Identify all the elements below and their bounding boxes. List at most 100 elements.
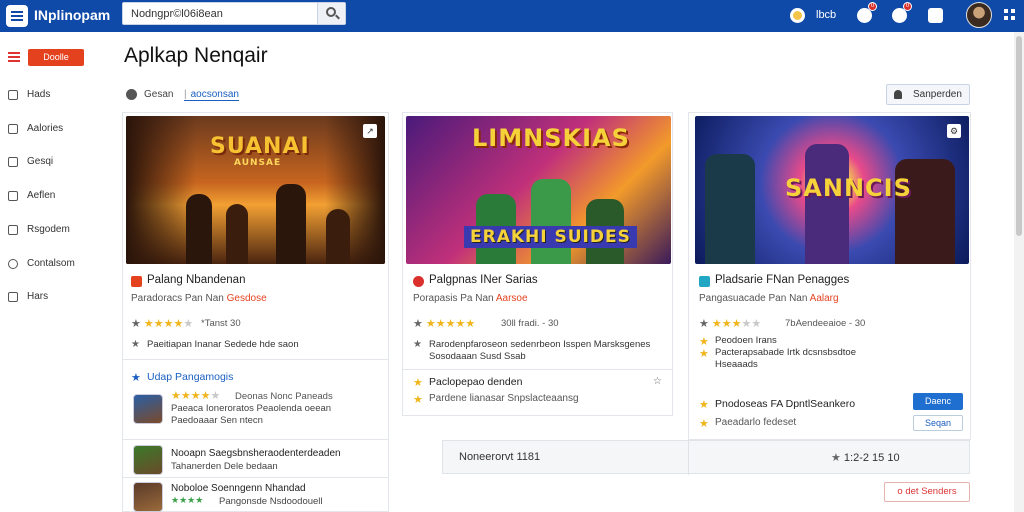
featured-star-icon: ★ [699, 399, 709, 411]
category-tag[interactable]: Aalarg [810, 293, 839, 304]
book-icon [8, 191, 18, 201]
filter-link[interactable]: aocsonsan [184, 89, 239, 101]
app-title[interactable]: Pladsarie FNan Penagges [715, 274, 849, 286]
search-input[interactable]: Nodngpr©l06i8ean [122, 2, 346, 25]
app-card: SUANAI AUNSAE ↗ Palang Nbandenan Parador… [122, 112, 389, 512]
sidebar-item-label: Rsgodem [27, 224, 70, 235]
publisher: Pangasuacade Pan Nan [699, 293, 808, 304]
related-app-icon[interactable] [133, 482, 163, 512]
featured-title[interactable]: Pnodoseas FA DpntlSeankero [715, 398, 855, 410]
pin-icon: ★ [413, 339, 422, 350]
app-subtitle: Porapasis Pa Nan Aarsoe [413, 293, 528, 304]
featured-star-icon: ★ [699, 418, 709, 430]
featured-title[interactable]: Paclopepao denden [429, 376, 522, 388]
install-button[interactable]: Daenc [913, 393, 963, 410]
category-icon [8, 124, 18, 134]
sidebar-item-gesqi[interactable]: Gesqi [8, 155, 108, 171]
related-app-line: Paedoaaar Sen ntecn [171, 415, 263, 426]
rating-stars: ★ ★★★★★ [131, 318, 194, 330]
sort-button-label: Sanperden [913, 89, 962, 100]
sidebar-item-label: Aalories [27, 123, 64, 134]
category-tag[interactable]: Gesdose [227, 293, 267, 304]
rating-meta: 7bAendeeaioe - 30 [785, 318, 866, 329]
related-app-line: Tahanerden Dele bedaan [171, 461, 278, 472]
thumbnail-subtitle: AUNSAE [234, 158, 282, 168]
featured-sub-text: Pardene lianasar Snpslacteaansg [429, 393, 579, 404]
thumbnail-title: SANNCIS [785, 174, 912, 202]
search-button[interactable] [317, 3, 345, 24]
apps-grid-icon[interactable] [1004, 9, 1016, 21]
app-note: Peodoen Irans [715, 335, 777, 346]
sidebar-action-button[interactable]: Doolle [28, 49, 84, 66]
downloads-icon[interactable] [928, 8, 943, 23]
section-link[interactable]: Udap Pangamogis [147, 371, 233, 383]
page-title: Aplkap Nenqair [124, 44, 268, 67]
app-note: Hseaaads [715, 359, 758, 370]
scrollbar-thumb[interactable] [1016, 36, 1022, 236]
sort-button[interactable]: Sanperden [886, 84, 970, 105]
rating-meta: 30ll fradi. - 30 [501, 318, 559, 329]
senders-button[interactable]: o det Senders [884, 482, 970, 502]
doc-icon [8, 225, 18, 235]
app-logo-icon [413, 276, 424, 287]
account-label[interactable]: lbcb [816, 9, 836, 21]
message-badge: 0 [903, 2, 912, 11]
sidebar-item-rsgodem[interactable]: Rsgodem [8, 223, 108, 239]
menu-icon[interactable] [8, 52, 20, 64]
sidebar-item-label: Hars [27, 291, 49, 302]
top-bar: INplinopam Nodngpr©l06i8ean lbcb 0 0 [0, 0, 1024, 32]
app-title[interactable]: Palgpnas INer Sarias [429, 274, 538, 286]
home-icon [8, 90, 18, 100]
app-logo-icon [699, 276, 710, 287]
related-app-icon[interactable] [133, 394, 163, 424]
search-value[interactable]: Nodngpr©l06i8ean [131, 8, 223, 20]
sidebar-item-label: Hads [27, 89, 51, 100]
sidebar-item-aalories[interactable]: Aalories [8, 122, 108, 138]
expand-icon[interactable]: ↗ [363, 124, 377, 138]
app-note: Pacterapsabade Irtk dcsnsbsdtoe [715, 347, 857, 358]
account-avatar-icon[interactable] [790, 8, 805, 23]
rating-stars: ★★★★ [171, 495, 204, 505]
publisher: Paradoracs Pan Nan [131, 293, 224, 304]
app-thumbnail[interactable]: SANNCIS ⚙ [695, 116, 969, 264]
app-note: Sosodaaan Susd Ssab [429, 351, 526, 362]
summary-right: 1:2-2 15 10 [831, 451, 900, 464]
sidebar-item-label: Contalsom [27, 258, 75, 269]
sidebar-item-hars[interactable]: Hars [8, 290, 108, 306]
related-app-title[interactable]: Deonas Nonc Paneads [235, 391, 333, 402]
thumbnail-title: SUANAI [210, 134, 310, 159]
category-tag[interactable]: Aarsoe [496, 293, 528, 304]
featured-sub: Pardene lianasar Snpslacteaansg [429, 393, 579, 404]
app-thumbnail[interactable]: LIMNSKIAS ERAKHI SUIDES [406, 116, 671, 264]
sidebar-item-contalsom[interactable]: Contalsom [8, 257, 108, 273]
rating-stars: ★ ★★★★★ [699, 318, 762, 330]
notification-badge: 0 [868, 2, 877, 11]
app-logo-icon[interactable] [6, 5, 28, 27]
expand-icon[interactable]: ⚙ [947, 124, 961, 138]
featured-star-icon: ★ [413, 394, 423, 406]
bookmark-icon[interactable]: ☆ [653, 376, 662, 387]
star-icon: ★ [699, 348, 709, 360]
grid-icon [8, 292, 18, 302]
app-title[interactable]: Palang Nbandenan [147, 274, 245, 286]
app-name[interactable]: INplinopam [34, 7, 110, 23]
sidebar-item-hads[interactable]: Hads [8, 88, 108, 104]
rating-stars: ★★★★★ [171, 390, 221, 402]
app-thumbnail[interactable]: SUANAI AUNSAE ↗ [126, 116, 385, 264]
related-app-line: Pangonsde Nsdoodouell [219, 496, 323, 507]
app-card: SANNCIS ⚙ Pladsarie FNan Penagges Pangas… [688, 112, 971, 440]
related-app-title[interactable]: Noboloe Soenngenn Nhandad [171, 483, 306, 494]
related-app-icon[interactable] [133, 445, 163, 475]
circle-icon [8, 259, 18, 269]
pin-icon: ★ [131, 339, 140, 350]
details-button[interactable]: Seqan [913, 415, 963, 431]
app-note: Paeitiapan Inanar Sedede hde saon [147, 339, 299, 350]
filter-icon [126, 89, 137, 100]
user-avatar[interactable] [966, 2, 992, 28]
thumbnail-title: LIMNSKIAS [472, 124, 630, 152]
sidebar-item-aeflen[interactable]: Aeflen [8, 189, 108, 205]
related-app-title[interactable]: Nooapn Saegsbnsheraodenterdeaden [171, 448, 341, 459]
rating-meta: *Tanst 30 [201, 318, 241, 329]
app-note: Rarodenpfaroseon sedenrbeon Isspen Marsk… [429, 339, 651, 350]
filter-label: Gesan [144, 89, 174, 100]
